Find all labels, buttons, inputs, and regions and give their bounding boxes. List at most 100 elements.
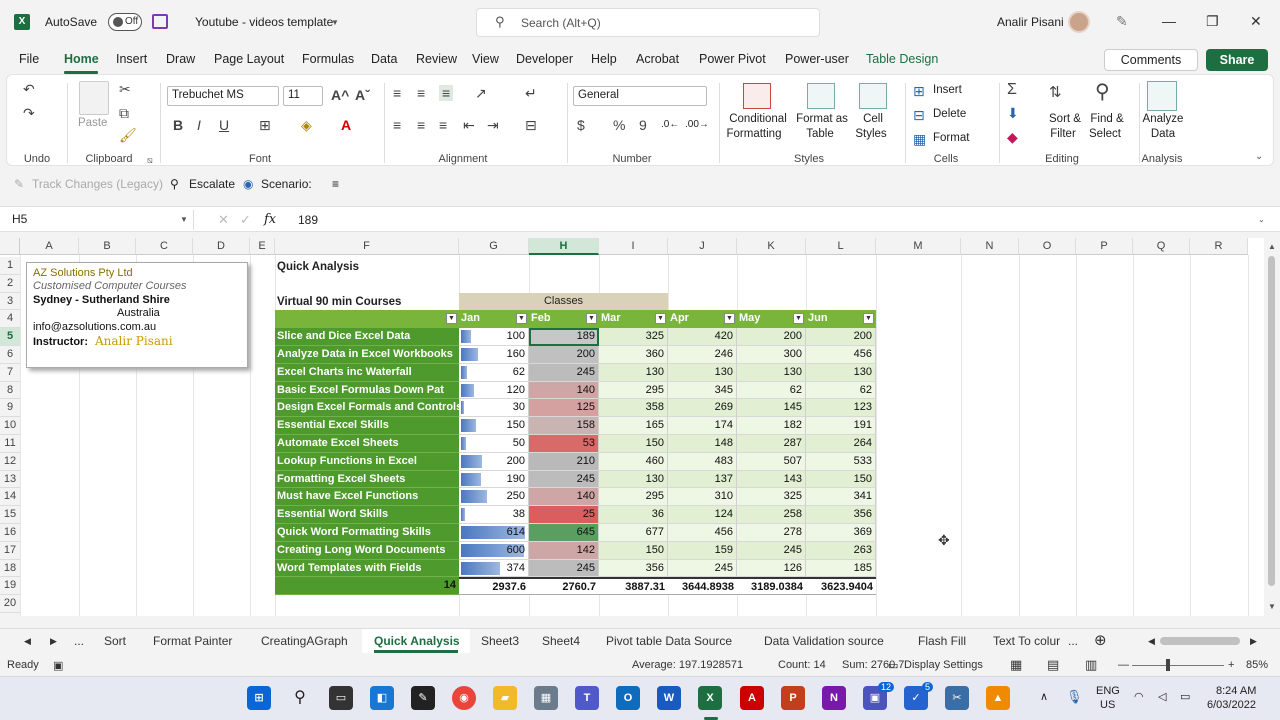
row-header[interactable]: 16 <box>0 524 20 542</box>
table-cell-value[interactable]: 245 <box>529 470 599 489</box>
search-box[interactable]: ⚲ Search (Alt+Q) <box>476 8 820 37</box>
sheet-tab-creatingagraph[interactable]: CreatingAGraph <box>261 634 348 648</box>
table-cell-value[interactable]: 130 <box>737 363 806 382</box>
tab-view[interactable]: View <box>472 52 499 66</box>
decrease-font-icon[interactable]: Aˇ <box>355 87 370 103</box>
font-size-combo[interactable]: 11 <box>283 86 323 106</box>
sheet-tab-flash-fill[interactable]: Flash Fill <box>918 634 966 648</box>
snipping-icon[interactable]: ✂ <box>945 686 969 710</box>
table-cell-value[interactable]: 456 <box>806 346 876 364</box>
tab-power-pivot[interactable]: Power Pivot <box>699 52 766 66</box>
table-cell-value[interactable]: 200 <box>806 328 876 346</box>
course-name[interactable]: Lookup Functions in Excel <box>275 452 459 471</box>
table-cell-value[interactable]: 140 <box>529 381 599 400</box>
table-cell-value[interactable]: 130 <box>599 363 668 382</box>
table-cell-value[interactable]: 245 <box>737 541 806 560</box>
sheet-tab-text-to-colur[interactable]: Text To colur <box>993 634 1065 648</box>
table-cell-value[interactable]: 25 <box>529 506 599 524</box>
table-cell-value[interactable]: 142 <box>529 541 599 560</box>
course-name[interactable]: Analyze Data in Excel Workbooks <box>275 346 459 364</box>
table-cell-value[interactable]: 165 <box>599 417 668 435</box>
table-cell-value[interactable]: 358 <box>599 399 668 418</box>
volume-icon[interactable]: ◁ <box>1158 690 1166 703</box>
total-count[interactable]: 14 <box>275 577 459 596</box>
cancel-icon[interactable]: ✕ <box>218 212 229 228</box>
page-break-view-icon[interactable]: ▥ <box>1085 657 1097 673</box>
table-cell-value[interactable]: 245 <box>668 559 737 578</box>
formula-input[interactable]: 189 <box>298 213 318 227</box>
display-settings-icon[interactable]: ▭ <box>888 659 898 672</box>
scenario-icon[interactable]: ◉ <box>243 177 253 191</box>
table-cell-value[interactable]: 356 <box>806 506 876 524</box>
search-icon[interactable]: ⚲ <box>288 686 312 710</box>
row-header[interactable]: 4 <box>0 310 20 329</box>
course-name[interactable]: Creating Long Word Documents <box>275 541 459 560</box>
tab-data[interactable]: Data <box>371 52 397 66</box>
column-header-b[interactable]: B <box>79 238 136 255</box>
autosum-icon[interactable]: Σ <box>1007 81 1017 99</box>
row-header[interactable]: 15 <box>0 506 20 524</box>
escalate-button[interactable]: Escalate <box>189 177 235 191</box>
align-top-icon[interactable]: ≡ <box>393 85 401 101</box>
table-cell-value[interactable]: 341 <box>806 488 876 507</box>
increase-font-icon[interactable]: A^ <box>331 87 349 103</box>
table-cell-value[interactable]: 126 <box>737 559 806 578</box>
table-cell-value[interactable]: 124 <box>668 506 737 524</box>
currency-icon[interactable]: $ <box>577 117 585 133</box>
insert-cells-icon[interactable]: ⊞ <box>913 83 925 100</box>
table-cell-value[interactable]: 53 <box>529 435 599 453</box>
align-middle-icon[interactable]: ≡ <box>417 85 425 101</box>
row-header[interactable]: 18 <box>0 559 20 578</box>
table-cell-value[interactable]: 360 <box>599 346 668 364</box>
column-header-c[interactable]: C <box>136 238 193 255</box>
table-cell-value[interactable]: 614 <box>459 524 529 542</box>
row-header[interactable]: 7 <box>0 363 20 382</box>
sheet-tab-format-painter[interactable]: Format Painter <box>153 634 232 648</box>
minimize-icon[interactable]: — <box>1162 13 1176 29</box>
table-cell-value[interactable]: 483 <box>668 452 737 471</box>
format-cells-label[interactable]: Format <box>933 132 969 144</box>
table-cell-value[interactable]: 310 <box>668 488 737 507</box>
tab-acrobat[interactable]: Acrobat <box>636 52 679 66</box>
redo-icon[interactable]: ↷ <box>23 105 35 122</box>
align-left-icon[interactable]: ≡ <box>393 117 401 133</box>
calculator-icon[interactable]: ▦ <box>534 686 558 710</box>
excel-taskbar-icon[interactable]: X <box>698 686 722 710</box>
table-cell-value[interactable]: 200 <box>737 328 806 346</box>
table-cell-value[interactable]: 62 <box>737 381 806 400</box>
next-sheet-icon[interactable]: ▶ <box>50 636 57 647</box>
column-header-q[interactable]: Q <box>1133 238 1190 255</box>
find-select-label-1[interactable]: Find & <box>1085 113 1129 125</box>
table-cell-value[interactable]: 190 <box>459 470 529 489</box>
battery-icon[interactable]: ▭ <box>1180 690 1190 703</box>
horizontal-scroll-thumb[interactable] <box>1160 637 1240 645</box>
wrap-text-icon[interactable]: ↵ <box>525 85 537 102</box>
sheet-tab-pivot-table-data-source[interactable]: Pivot table Data Source <box>606 634 732 648</box>
filter-dropdown-icon[interactable]: ▼ <box>793 313 804 325</box>
tray-chevron-icon[interactable]: ∧ <box>1040 690 1048 703</box>
row-header[interactable]: 1 <box>0 257 20 275</box>
table-cell-value[interactable]: 123 <box>806 399 876 418</box>
tab-page-layout[interactable]: Page Layout <box>214 52 284 66</box>
language-1[interactable]: ENG <box>1096 685 1120 697</box>
sheet-title[interactable]: Quick Analysis <box>277 259 359 277</box>
row-header[interactable]: 8 <box>0 381 20 400</box>
wifi-icon[interactable]: ◠ <box>1134 690 1144 703</box>
scroll-thumb[interactable] <box>1268 256 1275 586</box>
decrease-decimal-icon[interactable]: .00→ <box>685 119 709 130</box>
sheet-tab-sort[interactable]: Sort <box>104 634 126 648</box>
table-cell-value[interactable]: 200 <box>459 452 529 471</box>
widgets-icon[interactable]: ◧ <box>370 686 394 710</box>
delete-cells-icon[interactable]: ⊟ <box>913 107 925 124</box>
table-header-month[interactable]: Jan ▼ <box>459 310 529 329</box>
orientation-icon[interactable]: ↗ <box>475 85 487 102</box>
table-total-value[interactable]: 2760.7 <box>529 577 599 596</box>
track-changes-icon[interactable]: ✎ <box>14 177 24 191</box>
worksheet-grid[interactable]: ABCDEFGHIJKLMNOPQR 1 2 3 4 5 6 7 8 9 10 11 12 13 14 15… <box>0 238 1264 616</box>
filter-dropdown-icon[interactable]: ▼ <box>446 313 457 325</box>
chevron-down-icon[interactable]: ▼ <box>180 215 188 224</box>
sort-filter-label-2[interactable]: Filter <box>1041 128 1085 140</box>
table-cell-value[interactable]: 189 <box>529 328 599 346</box>
table-cell-value[interactable]: 246 <box>668 346 737 364</box>
cut-icon[interactable]: ✂ <box>119 81 131 98</box>
